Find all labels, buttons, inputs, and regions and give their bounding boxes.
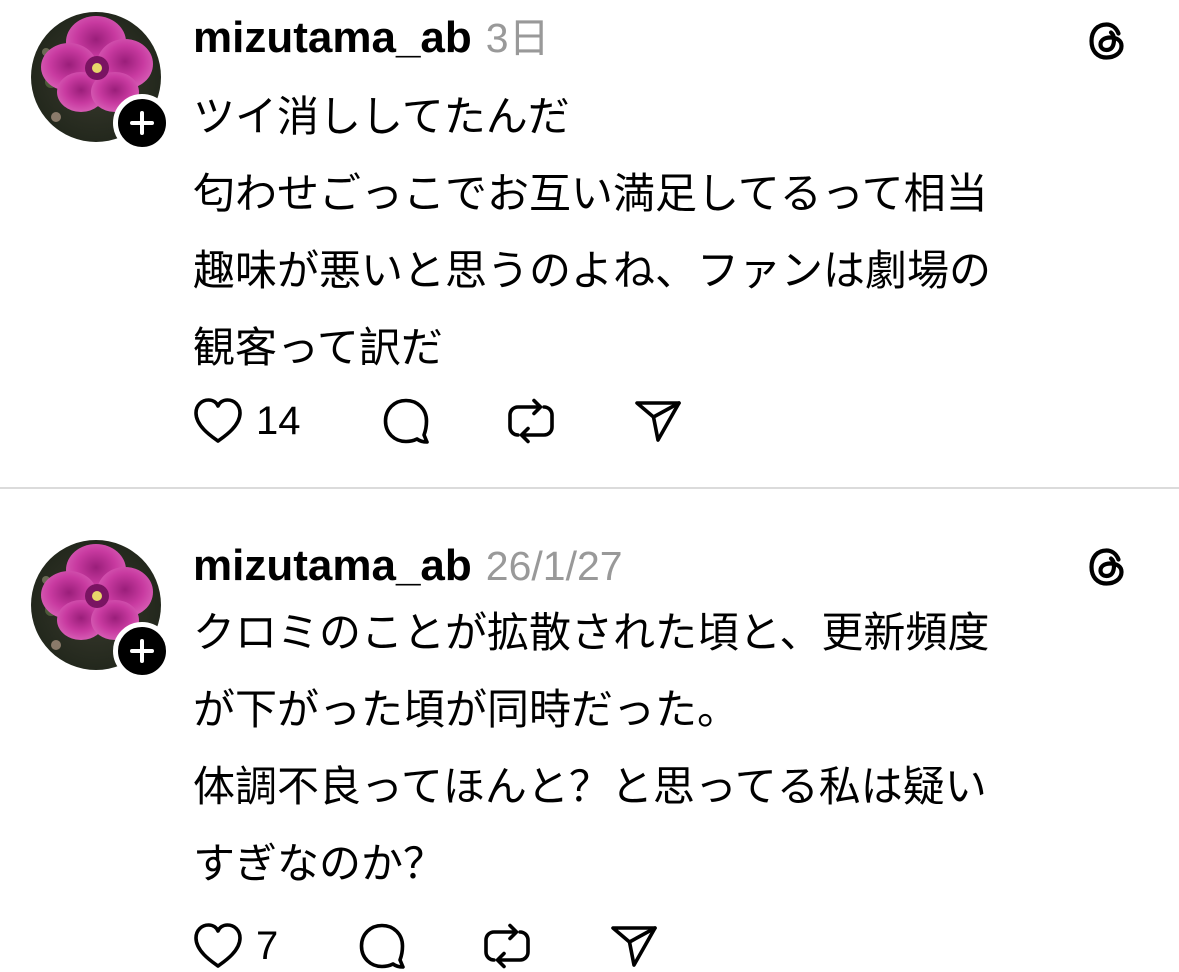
reply-button[interactable] [356,920,408,972]
post-text: クロミのことが拡散された頃と、更新頻度 が下がった頃が同時だった。 体調不良って… [193,594,1153,902]
post-divider [0,487,1179,489]
post-header: mizutama_ab 26/1/27 [193,540,623,592]
plus-icon [130,111,154,135]
timestamp[interactable]: 3日 [486,12,550,64]
avatar[interactable] [31,540,171,680]
post-text-line: 観客って訳だ [193,323,443,372]
heart-icon [194,923,242,968]
send-icon [611,926,657,967]
threads-icon[interactable] [1085,545,1129,589]
like-button[interactable]: 14 [190,395,301,447]
share-button[interactable] [608,920,660,972]
avatar[interactable] [31,12,171,152]
repost-button[interactable] [504,395,558,447]
post-text-line: すぎなのか？ [193,839,446,888]
like-button[interactable]: 7 [190,920,278,972]
like-count: 14 [256,398,301,443]
follow-button[interactable] [113,622,171,680]
comment-icon [359,923,405,969]
post-text-line: クロミのことが拡散された頃と、更新頻度 [193,608,990,657]
thread-post: mizutama_ab 3日 ツイ消ししてたんだ 匂わせごっこでお互い満足してる… [0,0,1179,488]
share-button[interactable] [632,395,684,447]
comment-icon [383,398,429,444]
repost-button[interactable] [480,920,534,972]
repost-icon [508,398,554,444]
reply-button[interactable] [380,395,432,447]
send-icon [635,401,681,442]
like-count: 7 [256,923,279,968]
post-text: ツイ消ししてたんだ 匂わせごっこでお互い満足してるって相当 趣味が悪いと思うのよ… [193,78,1153,386]
post-text-line: 匂わせごっこでお互い満足してるって相当 [193,169,988,218]
thread-post: mizutama_ab 26/1/27 クロミのことが拡散された頃と、更新頻度 … [0,490,1179,971]
post-text-line: が下がった頃が同時だった。 [193,685,740,734]
username[interactable]: mizutama_ab [193,12,472,64]
post-header: mizutama_ab 3日 [193,12,550,64]
heart-icon [194,398,242,443]
username[interactable]: mizutama_ab [193,540,472,592]
post-text-line: 体調不良ってほんと？と思ってる私は疑い [193,762,987,811]
repost-icon [484,923,530,969]
plus-icon [130,639,154,663]
post-text-line: ツイ消ししてたんだ [193,92,570,141]
follow-button[interactable] [113,94,171,152]
timestamp[interactable]: 26/1/27 [486,540,623,592]
threads-icon[interactable] [1085,19,1129,63]
post-text-line: 趣味が悪いと思うのよね、ファンは劇場の [193,246,992,295]
